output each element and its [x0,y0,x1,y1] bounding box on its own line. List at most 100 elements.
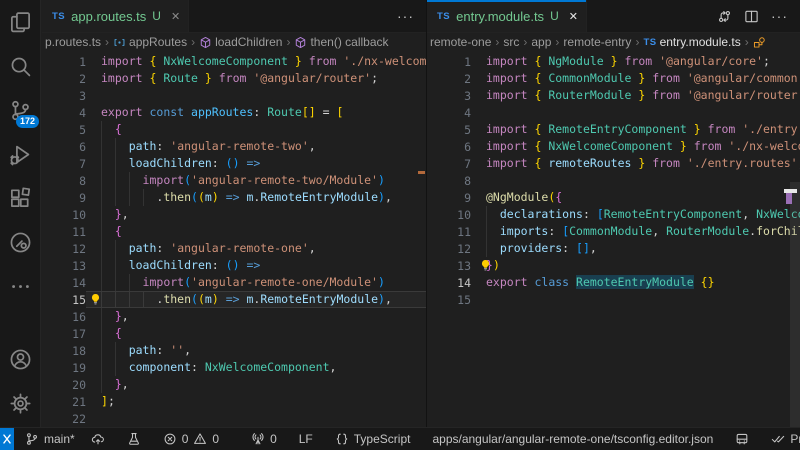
status-forwarded-ports[interactable]: 0 [246,428,282,450]
code-line[interactable]: 2import { Route } from '@angular/router'… [42,70,426,87]
activity-item-extensions[interactable] [0,176,41,220]
indent-guide [129,172,130,189]
code-line[interactable]: 18 path: '', [42,342,426,359]
breadcrumb-item[interactable]: p.routes.ts [45,35,101,49]
code-line[interactable]: 14 import('angular-remote-one/Module') [42,274,426,291]
code-text: loadChildren: () => [101,155,426,172]
symbol-variable-icon [113,36,126,49]
code-line[interactable]: 3import { RouterModule } from '@angular/… [427,87,800,104]
activity-item-run-debug[interactable] [0,132,41,176]
breadcrumb-item[interactable]: loadChildren [199,35,282,49]
code-line[interactable]: 5import { RemoteEntryComponent } from '.… [427,121,800,138]
status-problems[interactable]: 00 [158,428,224,450]
code-line[interactable]: 6 path: 'angular-remote-two', [42,138,426,155]
code-line[interactable]: 12 providers: [], [427,240,800,257]
breadcrumb-label: remote-one [430,35,491,49]
code-line[interactable]: 5 { [42,121,426,138]
breadcrumb-item[interactable]: remote-one [430,35,491,49]
indent-guide [101,376,102,393]
status-extension-status[interactable] [730,428,754,450]
code-line[interactable]: 12 path: 'angular-remote-one', [42,240,426,257]
gear-icon [9,392,32,415]
breadcrumb-item[interactable] [753,36,766,49]
code-line[interactable]: 15 .then((m) => m.RemoteEntryModule), [42,291,426,308]
status-end-of-line[interactable]: LF [294,428,318,450]
breadcrumb-item[interactable]: app [531,35,551,49]
status-language-mode[interactable]: TypeScript [330,428,416,450]
split-editor-icon[interactable] [744,9,759,24]
line-number: 6 [427,140,486,154]
code-text: import { RemoteEntryComponent } from './… [486,121,800,138]
code-line[interactable]: 17 { [42,325,426,342]
close-icon[interactable]: ✕ [569,10,578,23]
status-formatter[interactable]: Prettier [766,428,800,450]
activity-item-source-control[interactable]: 172 [0,88,41,132]
more-actions-icon[interactable]: ··· [771,8,788,24]
code-line[interactable]: 13}) [427,257,800,274]
breadcrumb-item[interactable]: src [503,35,519,49]
status-remote-indicator[interactable] [0,428,14,450]
status-publish-changes[interactable] [86,428,110,450]
code-line[interactable]: 21]; [42,393,426,410]
lightbulb-icon[interactable] [89,293,102,306]
code-line[interactable]: 4export const appRoutes: Route[] = [ [42,104,426,121]
line-number: 17 [42,327,101,341]
symbol-method-icon [199,36,212,49]
code-line[interactable]: 11 { [42,223,426,240]
code-line[interactable]: 11 imports: [CommonModule, RouterModule.… [427,223,800,240]
code-line[interactable]: 9@NgModule({ [427,189,800,206]
lightbulb-icon[interactable] [479,259,492,272]
status-label: Prettier [790,432,800,446]
more-actions-icon[interactable]: ··· [397,8,414,24]
code-line[interactable]: 19 component: NxWelcomeComponent, [42,359,426,376]
activity-item-more-views[interactable] [0,264,41,308]
code-line[interactable]: 10 declarations: [RemoteEntryComponent, … [427,206,800,223]
double-check-icon [771,432,785,446]
code-editor[interactable]: 1import { NgModule } from '@angular/core… [427,51,800,427]
code-line[interactable]: 4 [427,104,800,121]
breadcrumb-item[interactable]: TSentry.module.ts [643,35,740,49]
code-line[interactable]: 8 import('angular-remote-two/Module') [42,172,426,189]
status-git-branch[interactable]: main* [20,428,80,450]
code-line[interactable]: 1import { NxWelcomeComponent } from './n… [42,53,426,70]
breadcrumb-item[interactable]: then() callback [294,35,388,49]
code-line[interactable]: 7 loadChildren: () => [42,155,426,172]
close-icon[interactable]: ✕ [171,10,180,23]
code-line[interactable]: 7import { remoteRoutes } from './entry.r… [427,155,800,172]
code-line[interactable]: 1import { NgModule } from '@angular/core… [427,53,800,70]
activity-item-search[interactable] [0,44,41,88]
tab-entry-module[interactable]: TS entry.module.ts U ✕ [427,0,587,32]
breadcrumb-item[interactable]: appRoutes [113,35,187,49]
activity-item-nx-console[interactable] [0,220,41,264]
status-tsconfig-path[interactable]: apps/angular/angular-remote-one/tsconfig… [427,428,718,450]
compare-editor-icon[interactable] [717,9,732,24]
code-editor[interactable]: 1import { NxWelcomeComponent } from './n… [42,51,426,427]
code-line[interactable]: 20 }, [42,376,426,393]
code-line[interactable]: 15 [427,291,800,308]
activity-item-settings[interactable] [0,381,41,425]
code-line[interactable]: 8 [427,172,800,189]
code-line[interactable]: 13 loadChildren: () => [42,257,426,274]
code-text: path: '', [101,342,426,359]
code-line[interactable]: 10 }, [42,206,426,223]
code-line[interactable]: 3 [42,87,426,104]
code-line[interactable]: 14export class RemoteEntryModule {} [427,274,800,291]
code-line[interactable]: 16 }, [42,308,426,325]
breadcrumb-item[interactable]: remote-entry [563,35,631,49]
line-number: 7 [42,157,101,171]
indent-guide [101,172,102,189]
vertical-scrollbar[interactable] [790,182,800,427]
activity-item-accounts[interactable] [0,337,41,381]
code-line[interactable]: 22 [42,410,426,427]
indent-guide [101,308,102,325]
activity-item-explorer[interactable] [0,0,41,44]
code-line[interactable]: 2import { CommonModule } from '@angular/… [427,70,800,87]
code-line[interactable]: 6import { NxWelcomeComponent } from './n… [427,138,800,155]
tab-app-routes[interactable]: TS app.routes.ts U ✕ [42,0,189,32]
status-tests[interactable] [122,428,146,450]
line-number: 10 [42,208,101,222]
code-text: import('angular-remote-two/Module') [101,172,426,189]
extensions-icon [9,187,32,210]
code-text: import { NxWelcomeComponent } from './nx… [486,138,800,155]
code-line[interactable]: 9 .then((m) => m.RemoteEntryModule), [42,189,426,206]
